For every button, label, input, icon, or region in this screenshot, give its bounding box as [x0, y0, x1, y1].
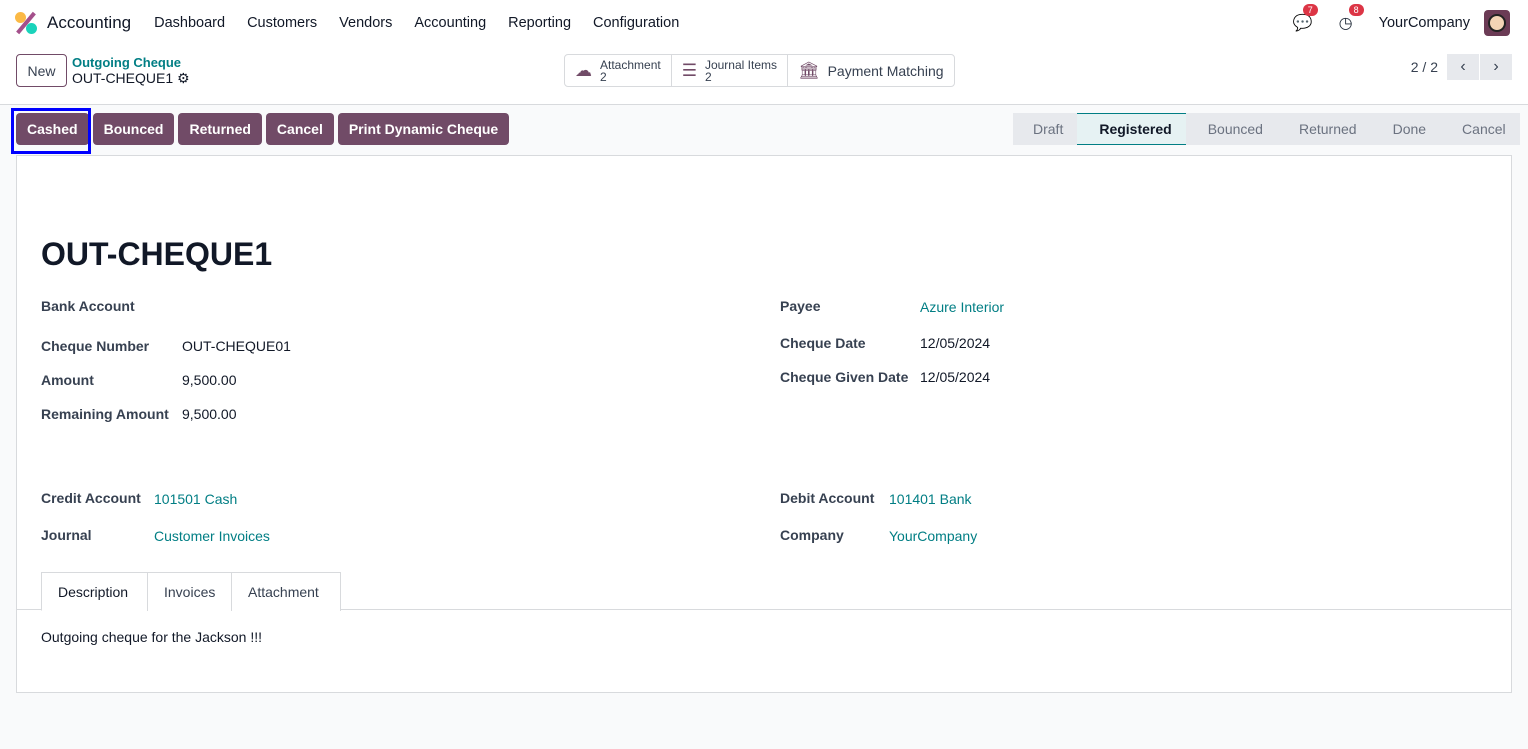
menu-dashboard[interactable]: Dashboard	[143, 15, 236, 31]
activities-button[interactable]: ◷ 8	[1338, 4, 1364, 33]
stage-bounced[interactable]: Bounced	[1186, 113, 1277, 145]
payee-label: Payee	[780, 298, 821, 314]
debit-account-field[interactable]: 101401 Bank	[889, 491, 972, 507]
credit-account-field[interactable]: 101501 Cash	[154, 491, 237, 507]
pager-value[interactable]: 2 / 2	[1411, 59, 1438, 75]
payee-field[interactable]: Azure Interior	[920, 299, 1004, 315]
gear-icon[interactable]: ⚙	[177, 70, 190, 86]
cloud-upload-icon: ☁	[575, 60, 592, 80]
menu-vendors[interactable]: Vendors	[328, 15, 403, 31]
smart-label: Journal Items	[704, 57, 777, 72]
stage-cancel[interactable]: Cancel	[1440, 113, 1520, 145]
print-dynamic-cheque-button[interactable]: Print Dynamic Cheque	[337, 113, 510, 145]
company-label: Company	[780, 527, 844, 543]
record-name: OUT-CHEQUE1	[72, 70, 174, 86]
messages-badge: 7	[1302, 4, 1318, 16]
credit-account-label: Credit Account	[41, 490, 141, 506]
cheque-number-label: Cheque Number	[41, 338, 150, 354]
chat-icon: 💬	[1292, 15, 1313, 32]
cancel-button[interactable]: Cancel	[265, 113, 334, 145]
attachment-smart-button[interactable]: ☁ Attachment 2	[565, 55, 672, 86]
cheque-date-field[interactable]: 12/05/2024	[920, 335, 990, 351]
remaining-amount-label: Remaining Amount	[41, 406, 169, 422]
smart-buttons: ☁ Attachment 2 ☰ Journal Items 2 🏛 Payment Ma…	[564, 54, 955, 87]
stage-registered[interactable]: Registered	[1077, 113, 1186, 145]
returned-button[interactable]: Returned	[178, 113, 262, 145]
app-name[interactable]: Accounting	[47, 13, 131, 33]
bank-account-label: Bank Account	[41, 298, 135, 314]
form-sheet: OUT-CHEQUE1 Bank Account Cheque Number O…	[16, 155, 1512, 693]
bounced-button[interactable]: Bounced	[92, 113, 175, 145]
breadcrumb-parent[interactable]: Outgoing Cheque	[72, 55, 181, 70]
stage-done[interactable]: Done	[1371, 113, 1440, 145]
cheque-given-date-field[interactable]: 12/05/2024	[920, 369, 990, 385]
control-panel: New Outgoing Cheque OUT-CHEQUE1 ⚙ ☁ Attac…	[0, 46, 1528, 105]
top-navbar: Accounting Dashboard Customers Vendors A…	[0, 0, 1528, 46]
breadcrumb-current: OUT-CHEQUE1 ⚙	[72, 70, 190, 87]
messages-button[interactable]: 💬 7	[1292, 4, 1318, 33]
record-title: OUT-CHEQUE1	[41, 236, 273, 272]
stage-draft[interactable]: Draft	[1013, 113, 1077, 145]
pager: 2 / 2 ‹ ›	[1411, 54, 1512, 80]
description-text[interactable]: Outgoing cheque for the Jackson !!!	[41, 629, 262, 645]
menu-accounting[interactable]: Accounting	[403, 15, 497, 31]
activities-badge: 8	[1348, 4, 1364, 16]
tab-attachment[interactable]: Attachment	[231, 572, 341, 611]
debit-account-label: Debit Account	[780, 490, 875, 506]
smart-count: 2	[704, 69, 712, 84]
pager-previous-button[interactable]: ‹	[1447, 54, 1479, 80]
tab-invoices[interactable]: Invoices	[147, 572, 232, 611]
amount-field[interactable]: 9,500.00	[182, 372, 237, 388]
app-logo-icon[interactable]	[15, 11, 37, 35]
remaining-amount-field: 9,500.00	[182, 406, 237, 422]
clock-icon: ◷	[1338, 15, 1353, 32]
user-avatar[interactable]	[1484, 10, 1510, 36]
new-button[interactable]: New	[16, 54, 67, 87]
smart-label: Attachment	[600, 57, 661, 72]
menu-configuration[interactable]: Configuration	[582, 15, 690, 31]
bank-icon: 🏛	[797, 60, 820, 80]
journal-field[interactable]: Customer Invoices	[154, 528, 270, 544]
company-field[interactable]: YourCompany	[889, 528, 977, 544]
menu-reporting[interactable]: Reporting	[497, 15, 582, 31]
journal-items-smart-button[interactable]: ☰ Journal Items 2	[672, 55, 788, 86]
statusbar: Draft Registered Bounced Returned Done C…	[1013, 113, 1520, 145]
stage-returned[interactable]: Returned	[1277, 113, 1371, 145]
cheque-number-field[interactable]: OUT-CHEQUE01	[182, 338, 291, 354]
smart-count: 2	[600, 69, 607, 84]
pager-next-button[interactable]: ›	[1480, 54, 1512, 80]
cheque-given-date-label: Cheque Given Date	[780, 369, 909, 385]
tab-description[interactable]: Description	[41, 572, 148, 611]
journal-label: Journal	[41, 527, 92, 543]
amount-label: Amount	[41, 372, 94, 388]
cheque-date-label: Cheque Date	[780, 335, 866, 351]
list-icon: ☰	[681, 60, 697, 80]
payment-matching-smart-button[interactable]: 🏛 Payment Matching	[788, 55, 954, 86]
smart-label: Payment Matching	[827, 62, 944, 79]
focus-highlight	[11, 108, 91, 154]
company-switcher[interactable]: YourCompany	[1379, 15, 1470, 31]
notebook-tabs: Description Invoices Attachment	[17, 572, 1511, 611]
menu-customers[interactable]: Customers	[236, 15, 328, 31]
